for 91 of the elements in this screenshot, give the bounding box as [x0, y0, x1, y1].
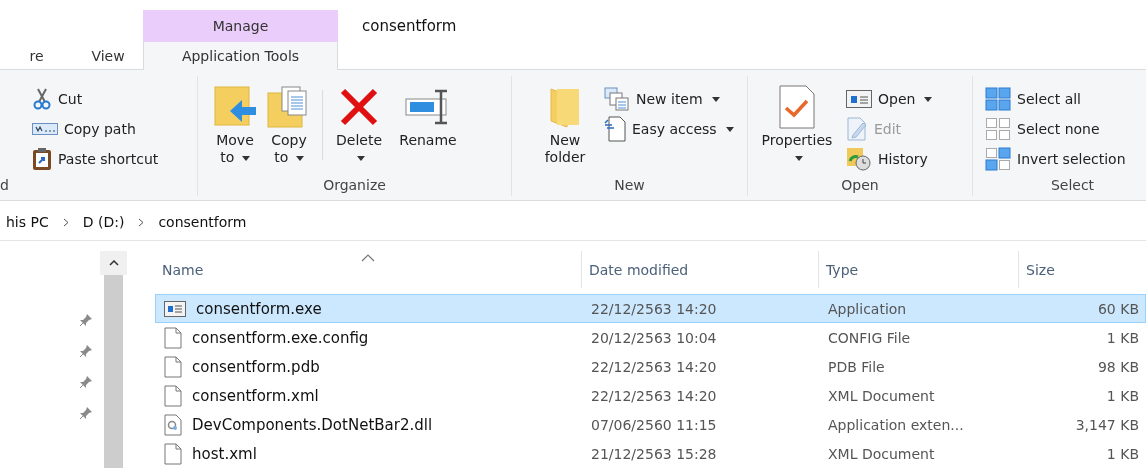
- chevron-icon: [138, 217, 145, 227]
- pin-icon: [79, 313, 93, 327]
- select-all-icon: [985, 87, 1011, 112]
- scroll-up-icon: [108, 260, 119, 266]
- file-icon: [164, 355, 182, 378]
- column-header[interactable]: Date modified: [581, 251, 818, 288]
- context-tab-header: Manage: [143, 10, 338, 43]
- file-name: consentform.xml: [192, 386, 319, 405]
- file-name: consentform.pdb: [192, 357, 320, 376]
- file-row[interactable]: host.xml 21/12/2563 15:28 XML Document 1 KB: [155, 439, 1146, 468]
- ribbon-button[interactable]: Select none: [983, 114, 1102, 145]
- select-none-icon: [985, 117, 1011, 142]
- file-name: DevComponents.DotNetBar2.dll: [192, 415, 433, 434]
- ribbon-button[interactable]: Properties: [758, 78, 836, 167]
- breadcrumb-item[interactable]: D (D:): [82, 214, 125, 231]
- address-bar[interactable]: his PC D (D:) consentform: [0, 204, 1146, 241]
- size-cell-text: 3,147 KB: [1074, 416, 1140, 433]
- pin-icon: [79, 406, 93, 420]
- path-icon: [32, 123, 58, 136]
- size-cell-text: 60 KB: [1096, 300, 1140, 317]
- ribbon-tab[interactable]: View: [73, 42, 143, 71]
- group-label: Organize: [322, 176, 387, 196]
- ribbon-button[interactable]: Invert selection: [983, 144, 1128, 175]
- date-cell-text: 22/12/2563 14:20: [590, 300, 718, 317]
- group-label: Select: [1049, 176, 1096, 196]
- file-name: consentform.exe: [196, 299, 322, 318]
- pin-icon: [79, 344, 93, 358]
- size-cell-text: 1 KB: [1105, 387, 1140, 404]
- group-label: d: [0, 176, 10, 196]
- ribbon-button[interactable]: New item: [602, 84, 736, 115]
- ribbon-button[interactable]: Paste shortcut: [30, 144, 161, 175]
- ribbon-button[interactable]: Copy to: [266, 78, 312, 167]
- group-label: Open: [840, 176, 880, 196]
- type-cell-text: Application: [827, 300, 908, 317]
- file-icon: [164, 384, 182, 407]
- sort-ascending-icon: [361, 254, 375, 262]
- type-cell-text: XML Document: [827, 387, 936, 404]
- column-header[interactable]: Size: [1018, 251, 1146, 288]
- size-cell-text: 1 KB: [1105, 329, 1140, 346]
- column-header[interactable]: Name: [155, 251, 581, 288]
- group-label: New: [613, 176, 646, 196]
- type-cell-text: XML Document: [827, 445, 936, 462]
- document-icon: [604, 116, 626, 143]
- scrollbar[interactable]: [100, 251, 127, 468]
- type-cell-text: CONFIG File: [827, 329, 912, 346]
- ribbon-button[interactable]: Copy path: [30, 114, 138, 145]
- date-cell-text: 07/06/2560 11:15: [590, 416, 718, 433]
- ribbon-button[interactable]: Cut: [30, 84, 85, 115]
- file-row[interactable]: consentform.exe.config 20/12/2563 10:04 CONFIG File 1 KB: [155, 323, 1146, 352]
- file-icon: [164, 442, 182, 465]
- date-cell-text: 20/12/2563 10:04: [590, 329, 718, 346]
- ribbon-button[interactable]: Open: [844, 84, 935, 115]
- ribbon-button[interactable]: History: [844, 144, 935, 175]
- ribbon-button[interactable]: New folder: [536, 78, 594, 167]
- clipboard-icon: [32, 147, 52, 172]
- window-icon: [846, 90, 872, 109]
- date-cell-text: 22/12/2563 14:20: [590, 358, 718, 375]
- file-row[interactable]: consentform.exe 22/12/2563 14:20 Application 60 KB: [155, 294, 1146, 323]
- gear-file-icon: [164, 413, 182, 436]
- file-row[interactable]: consentform.xml 22/12/2563 14:20 XML Document 1 KB: [155, 381, 1146, 410]
- chevron-icon: [62, 217, 69, 227]
- edit-icon: [846, 117, 868, 142]
- file-icon: [164, 326, 182, 349]
- size-cell-text: 98 KB: [1096, 358, 1140, 375]
- invert-selection-icon: [985, 147, 1011, 172]
- size-cell-text: 1 KB: [1105, 445, 1140, 462]
- scissors-icon: [32, 88, 52, 111]
- window-title: consentform: [362, 16, 457, 38]
- breadcrumb-item[interactable]: consentform: [158, 214, 247, 231]
- column-header[interactable]: Type: [818, 251, 1018, 288]
- breadcrumb-item[interactable]: his PC: [6, 214, 49, 231]
- history-icon: [846, 147, 872, 172]
- ribbon-button[interactable]: Rename: [393, 78, 463, 150]
- new-item-icon: [604, 87, 630, 112]
- ribbon-button[interactable]: Select all: [983, 84, 1083, 115]
- type-cell-text: Application exten...: [827, 416, 965, 433]
- file-name: consentform.exe.config: [192, 328, 369, 347]
- ribbon-button[interactable]: Move to: [212, 78, 258, 167]
- pin-icon: [79, 375, 93, 389]
- ribbon-button[interactable]: Delete: [333, 78, 385, 167]
- file-row[interactable]: DevComponents.DotNetBar2.dll 07/06/2560 11:15 Application exten... 3,147 KB: [155, 410, 1146, 439]
- application-icon: [164, 300, 186, 317]
- file-row[interactable]: consentform.pdb 22/12/2563 14:20 PDB File 98 KB: [155, 352, 1146, 381]
- type-cell-text: PDB File: [827, 358, 886, 375]
- date-cell-text: 22/12/2563 14:20: [590, 387, 718, 404]
- date-cell-text: 21/12/2563 15:28: [590, 445, 718, 462]
- ribbon-tab[interactable]: re: [0, 42, 73, 71]
- ribbon-tab[interactable]: Application Tools: [143, 42, 338, 71]
- file-name: host.xml: [192, 444, 257, 463]
- ribbon-button[interactable]: Easy access: [602, 114, 736, 145]
- properties-icon: [777, 84, 817, 131]
